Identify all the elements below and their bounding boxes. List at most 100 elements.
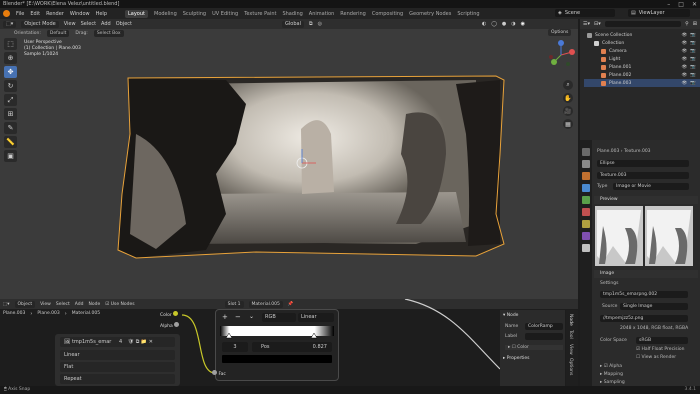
unlink-image-icon[interactable]: ✕ bbox=[149, 339, 153, 345]
ellipse-dropdown[interactable]: Ellipse bbox=[597, 160, 689, 167]
visibility-eye-icon[interactable]: 👁 bbox=[682, 65, 688, 70]
tab-layout[interactable]: Layout bbox=[125, 9, 148, 18]
select-box-tool-icon[interactable]: ⬚ bbox=[4, 38, 17, 50]
ramp-options-icon[interactable]: ⌄ bbox=[249, 313, 254, 320]
filepath-field[interactable]: //tmpemjzz5z.png bbox=[600, 315, 688, 322]
outliner-item[interactable]: Collection 👁 📷 bbox=[584, 39, 700, 47]
render-camera-icon[interactable]: 📷 bbox=[690, 33, 696, 38]
node-color-subsection[interactable]: ▸ ☐ Color bbox=[505, 345, 563, 350]
visibility-eye-icon[interactable]: 👁 bbox=[682, 57, 688, 62]
menu-render[interactable]: Render bbox=[46, 11, 64, 17]
colorspace-dropdown[interactable]: sRGB bbox=[636, 337, 688, 344]
tab-shading[interactable]: Shading bbox=[282, 11, 302, 17]
scene-selector[interactable]: ◈ Scene bbox=[555, 9, 615, 17]
viewport-overlays-icon[interactable]: ◐ bbox=[482, 21, 486, 27]
node-properties-subsection[interactable]: ▸ Properties bbox=[503, 356, 529, 361]
maximize-button[interactable]: □ bbox=[678, 1, 684, 8]
visibility-eye-icon[interactable]: 👁 bbox=[682, 73, 688, 78]
outliner-search-input[interactable] bbox=[604, 21, 682, 27]
outliner-item[interactable]: Camera 👁 📷 bbox=[584, 47, 700, 55]
open-image-icon[interactable]: 📁 bbox=[141, 339, 147, 345]
interpolation-mode-dropdown[interactable]: Linear bbox=[298, 313, 334, 322]
add-cube-tool-icon[interactable]: ▣ bbox=[4, 150, 17, 162]
filter-icon[interactable]: ⚲ bbox=[685, 21, 689, 27]
menu-help[interactable]: Help bbox=[96, 11, 107, 17]
type-dropdown[interactable]: Image or Movie bbox=[613, 183, 689, 190]
particles-tab-icon[interactable] bbox=[582, 232, 590, 240]
visibility-eye-icon[interactable]: 👁 bbox=[682, 33, 688, 38]
view-layer-selector[interactable]: ▤ ViewLayer bbox=[628, 9, 690, 17]
editor-type-dropdown[interactable]: ⬚▾ bbox=[3, 20, 17, 28]
render-tab-icon[interactable] bbox=[582, 160, 590, 168]
tab-modeling[interactable]: Modeling bbox=[154, 11, 177, 17]
render-camera-icon[interactable]: 📷 bbox=[690, 81, 696, 86]
texture-tab-icon[interactable] bbox=[582, 244, 590, 252]
shading-solid-icon[interactable]: ● bbox=[502, 21, 506, 27]
new-image-icon[interactable]: ⧉ bbox=[136, 339, 140, 345]
minimize-button[interactable]: – bbox=[667, 1, 670, 8]
visibility-eye-icon[interactable]: 👁 bbox=[682, 49, 688, 54]
data-tab-icon[interactable] bbox=[582, 220, 590, 228]
annotate-tool-icon[interactable]: ✎ bbox=[4, 122, 17, 134]
settings-subsection[interactable]: Settings bbox=[600, 281, 618, 286]
navigation-gizmo[interactable] bbox=[546, 40, 576, 70]
drag-dropdown[interactable]: Select Box bbox=[93, 29, 124, 37]
viewport-menu-view[interactable]: View bbox=[64, 21, 76, 27]
source-dropdown[interactable]: Single Image bbox=[620, 303, 688, 310]
projection-dropdown[interactable]: Flat bbox=[60, 362, 175, 372]
render-camera-icon[interactable]: 📷 bbox=[690, 65, 696, 70]
outliner-item[interactable]: Plane.001 👁 📷 bbox=[584, 63, 700, 71]
node-label-field[interactable] bbox=[525, 333, 563, 340]
new-collection-icon[interactable]: ⊞ bbox=[693, 21, 697, 27]
tab-uv-editing[interactable]: UV Editing bbox=[212, 11, 238, 17]
blender-logo-icon[interactable] bbox=[3, 10, 10, 17]
object-tab-icon[interactable] bbox=[582, 172, 590, 180]
outliner-item[interactable]: Light 👁 📷 bbox=[584, 55, 700, 63]
sidebar-tab-options[interactable]: Options bbox=[568, 358, 573, 375]
mapping-subsection[interactable]: ▸ Mapping bbox=[600, 372, 623, 377]
extension-dropdown[interactable]: Repeat bbox=[60, 374, 175, 384]
color-output-socket[interactable]: Color bbox=[160, 311, 179, 318]
image-datablock-field[interactable]: tmp1m5s_emarpng.002 bbox=[600, 291, 688, 298]
outliner-item[interactable]: Plane.003 👁 📷 bbox=[584, 79, 700, 87]
grid-perspective-icon[interactable]: ▦ bbox=[563, 119, 573, 129]
fake-user-icon[interactable]: 🛡 bbox=[128, 339, 134, 345]
rendered-scene-mesh[interactable] bbox=[116, 74, 506, 264]
render-camera-icon[interactable]: 📷 bbox=[690, 49, 696, 54]
color-ramp-gradient[interactable] bbox=[220, 324, 334, 340]
viewport-menu-select[interactable]: Select bbox=[81, 21, 96, 27]
stop-color-swatch[interactable] bbox=[222, 355, 332, 363]
sampling-subsection[interactable]: ▸ Sampling bbox=[600, 380, 625, 385]
mode-dropdown[interactable]: Object Mode bbox=[21, 20, 59, 28]
tab-rendering[interactable]: Rendering bbox=[340, 11, 366, 17]
color-mode-dropdown[interactable]: RGB bbox=[262, 313, 296, 322]
tab-texture-paint[interactable]: Texture Paint bbox=[244, 11, 276, 17]
shading-wireframe-icon[interactable]: ◯ bbox=[491, 21, 497, 27]
view-as-render-checkbox[interactable]: ☐ View as Render bbox=[636, 355, 676, 360]
tool-tab-icon[interactable] bbox=[582, 148, 590, 156]
viewport-menu-object[interactable]: Object bbox=[116, 21, 132, 27]
shading-material-icon[interactable]: ◑ bbox=[511, 21, 515, 27]
move-tool-icon[interactable]: ✥ bbox=[4, 66, 17, 78]
tab-compositing[interactable]: Compositing bbox=[372, 11, 403, 17]
pan-hand-icon[interactable]: ✋ bbox=[563, 93, 573, 103]
render-camera-icon[interactable]: 📷 bbox=[690, 73, 696, 78]
fac-input-socket[interactable]: Fac bbox=[212, 370, 226, 377]
transform-orientation-dropdown[interactable]: Global bbox=[282, 20, 304, 28]
render-camera-icon[interactable]: 📷 bbox=[690, 57, 696, 62]
cursor-tool-icon[interactable]: ⊕ bbox=[4, 52, 17, 64]
shading-rendered-icon[interactable]: ◉ bbox=[521, 21, 525, 27]
menu-edit[interactable]: Edit bbox=[30, 11, 40, 17]
visibility-eye-icon[interactable]: 👁 bbox=[682, 41, 688, 46]
snap-icon[interactable]: ⧉ bbox=[309, 21, 313, 27]
physics-tab-icon[interactable] bbox=[582, 196, 590, 204]
outliner-item[interactable]: Plane.002 👁 📷 bbox=[584, 71, 700, 79]
modifier-tab-icon[interactable] bbox=[582, 184, 590, 192]
rotate-tool-icon[interactable]: ↻ bbox=[4, 80, 17, 92]
tab-sculpting[interactable]: Sculpting bbox=[183, 11, 206, 17]
render-camera-icon[interactable]: 📷 bbox=[690, 41, 696, 46]
sidebar-tab-view[interactable]: View bbox=[568, 344, 573, 355]
viewport-menu-add[interactable]: Add bbox=[101, 21, 111, 27]
menu-window[interactable]: Window bbox=[70, 11, 90, 17]
texture-name-field[interactable]: Texture.003 bbox=[597, 172, 689, 179]
